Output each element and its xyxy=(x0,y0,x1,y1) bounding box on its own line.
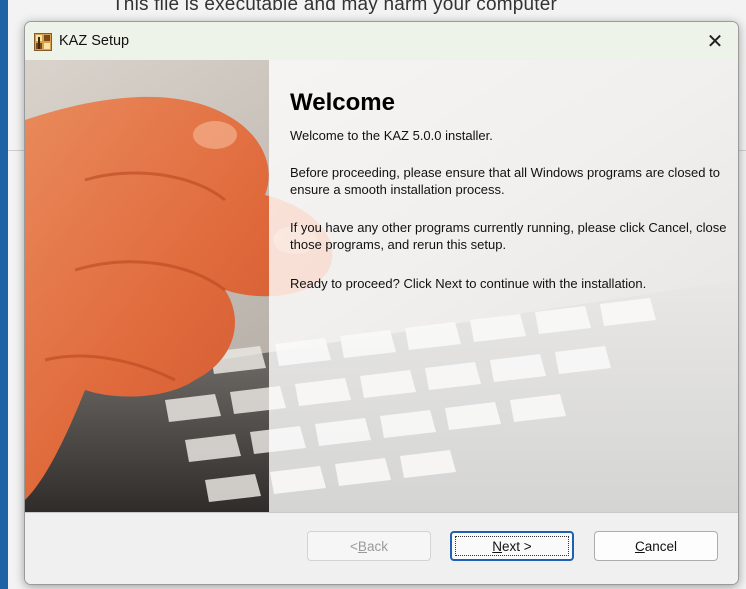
welcome-intro-text: Welcome to the KAZ 5.0.0 installer. xyxy=(290,128,493,143)
title-bar[interactable]: KAZ Setup ✕ xyxy=(25,22,738,60)
back-button-rest: ack xyxy=(366,538,388,554)
close-icon: ✕ xyxy=(706,30,724,53)
welcome-text-panel: Welcome Welcome to the KAZ 5.0.0 install… xyxy=(269,60,738,512)
ready-to-proceed-text: Ready to proceed? Click Next to continue… xyxy=(290,276,647,291)
cancel-hotkey: C xyxy=(634,538,645,554)
next-button-rest: ext > xyxy=(502,538,532,554)
welcome-heading: Welcome xyxy=(290,89,395,116)
next-button[interactable]: Next > xyxy=(450,531,574,561)
close-button[interactable]: ✕ xyxy=(692,22,738,60)
rerun-setup-text: If you have any other programs currently… xyxy=(290,220,727,252)
window-title: KAZ Setup xyxy=(59,33,130,49)
background-window-edge xyxy=(0,0,8,589)
next-hotkey: N xyxy=(492,538,503,554)
cancel-button[interactable]: Cancel xyxy=(594,531,718,561)
cancel-button-rest: ancel xyxy=(644,538,678,554)
button-bar: < Back Next > Cancel xyxy=(25,513,738,584)
back-button-prefix: < xyxy=(350,538,358,554)
setup-dialog: KAZ Setup ✕ Welcome Welcome to the KAZ 5… xyxy=(24,21,739,585)
installer-app-icon xyxy=(34,33,52,51)
back-hotkey: B xyxy=(357,538,367,554)
wizard-content: Welcome Welcome to the KAZ 5.0.0 install… xyxy=(25,60,738,512)
background-warning-text: This file is executable and may harm you… xyxy=(112,0,558,15)
back-button[interactable]: < Back xyxy=(307,531,431,561)
close-programs-text: Before proceeding, please ensure that al… xyxy=(290,165,720,197)
